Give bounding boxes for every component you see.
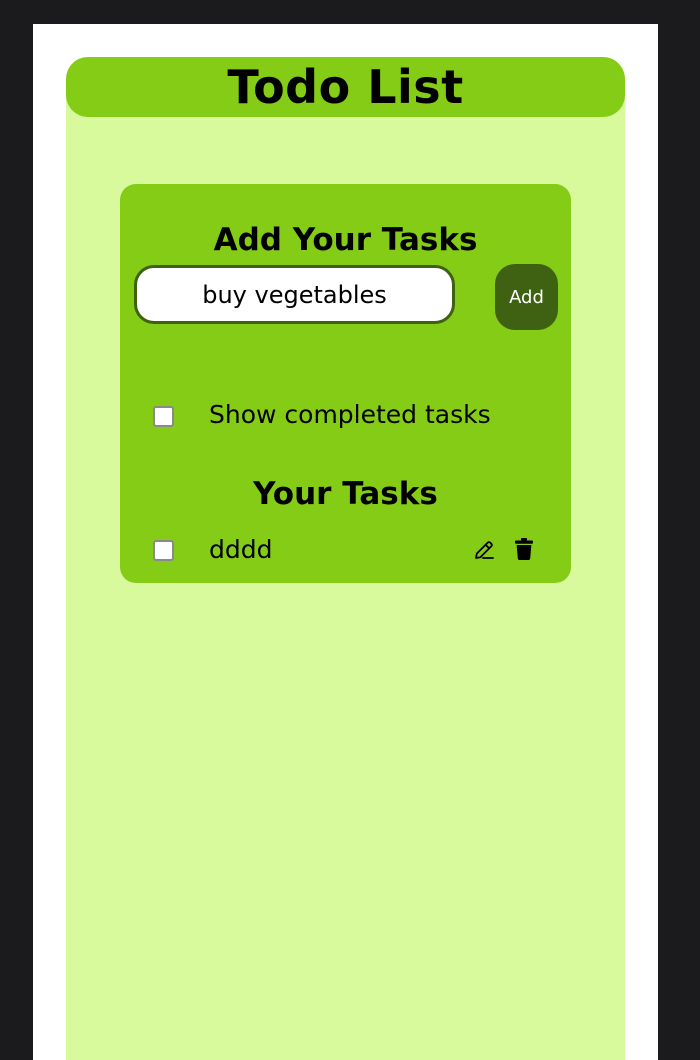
trash-icon[interactable] [515,538,533,560]
add-button[interactable]: Add [495,264,558,330]
task-card: Add Your Tasks Add Show completed tasks … [120,184,571,583]
edit-pencil-icon[interactable] [472,538,496,562]
task-input[interactable] [134,265,455,324]
show-completed-label: Show completed tasks [209,400,491,429]
page-title: Todo List [227,60,464,114]
your-tasks-heading: Your Tasks [253,476,438,512]
todo-app: Todo List Add Your Tasks Add Show comple… [66,57,625,1060]
add-tasks-heading: Add Your Tasks [213,222,478,258]
page-container: Todo List Add Your Tasks Add Show comple… [33,24,658,1060]
task-label: dddd [209,535,273,564]
app-header: Todo List [66,57,625,117]
task-checkbox[interactable] [153,540,174,561]
show-completed-checkbox[interactable] [153,406,174,427]
